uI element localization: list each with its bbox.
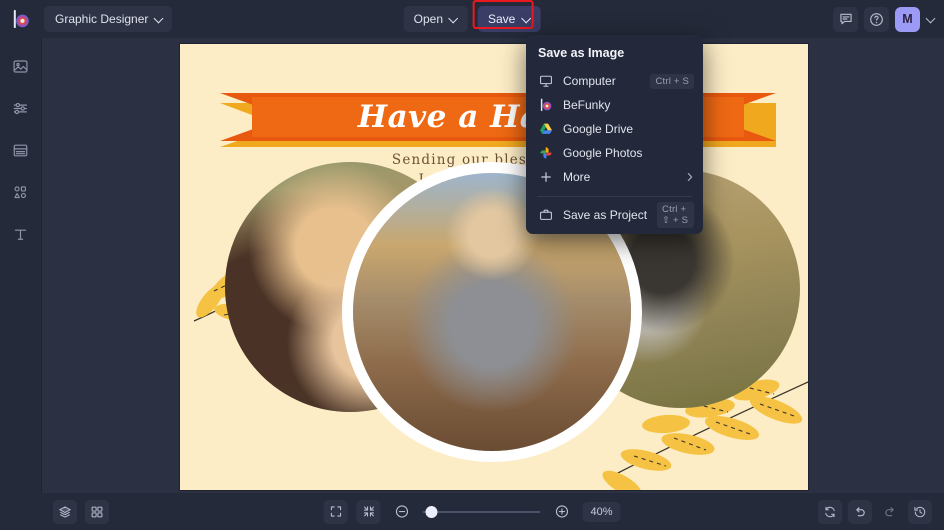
open-button-label: Open <box>413 12 443 26</box>
sidebar-item-text[interactable] <box>5 218 37 250</box>
bottom-toolbar: 40% <box>0 493 944 530</box>
sidebar-item-image[interactable] <box>5 50 37 82</box>
menu-header: Save as Image <box>538 46 625 60</box>
text-icon <box>12 226 29 243</box>
fullscreen-button[interactable] <box>323 499 348 524</box>
briefcase-icon <box>538 208 553 223</box>
artboard[interactable]: Have a Happy T Sending our blessings thi… <box>180 44 808 490</box>
minus-circle-icon <box>394 504 409 519</box>
top-right-actions: M <box>833 0 936 38</box>
monitor-icon <box>538 74 553 89</box>
file-actions: Open Save <box>403 0 541 32</box>
comment-icon <box>839 12 853 26</box>
sync-button[interactable] <box>818 499 842 524</box>
sidebar-item-graphics[interactable] <box>5 176 37 208</box>
zoom-in-button[interactable] <box>549 500 573 524</box>
menu-item-befunky[interactable]: BeFunky <box>526 93 703 117</box>
chevron-down-icon[interactable] <box>927 15 936 24</box>
bottom-right-tools <box>818 499 932 524</box>
sidebar-item-templates[interactable] <box>5 134 37 166</box>
plus-circle-icon <box>554 504 569 519</box>
avatar-initial: M <box>902 12 913 26</box>
zoom-controls: 40% <box>323 499 621 524</box>
redo-button[interactable] <box>878 500 902 524</box>
help-button[interactable] <box>864 6 889 32</box>
save-button-wrapper: Save <box>473 0 541 32</box>
top-toolbar: Graphic Designer Open Save M <box>0 0 944 38</box>
redo-icon <box>883 505 897 519</box>
menu-item-google-photos[interactable]: Google Photos <box>526 141 703 165</box>
shapes-icon <box>12 184 29 201</box>
bottom-left-tools <box>53 499 109 524</box>
feedback-button[interactable] <box>833 6 858 32</box>
avatar[interactable]: M <box>895 6 920 32</box>
menu-item-label: Save as Project <box>563 208 648 222</box>
zoom-out-button[interactable] <box>389 500 413 524</box>
history-button[interactable] <box>908 499 932 524</box>
save-button-label: Save <box>488 12 516 26</box>
chevron-right-icon <box>686 172 694 182</box>
menu-item-shortcut: Ctrl + S <box>650 73 694 89</box>
layout-icon <box>12 142 29 159</box>
chevron-down-icon <box>155 15 163 23</box>
expand-icon <box>329 505 342 518</box>
chevron-down-icon <box>450 15 458 23</box>
menu-item-label: BeFunky <box>563 98 611 112</box>
zoom-slider-track <box>422 510 541 513</box>
menu-item-computer[interactable]: Computer Ctrl + S <box>526 69 703 93</box>
grid-icon <box>90 505 104 519</box>
google-drive-icon <box>538 122 553 137</box>
menu-divider <box>537 196 692 197</box>
menu-item-label: Google Photos <box>563 146 643 160</box>
fit-to-screen-button[interactable] <box>356 499 381 524</box>
menu-item-google-drive[interactable]: Google Drive <box>526 117 703 141</box>
menu-item-label: Computer <box>563 74 616 88</box>
undo-button[interactable] <box>848 499 872 524</box>
grid-button[interactable] <box>85 499 109 524</box>
document-type-label: Graphic Designer <box>55 12 149 26</box>
befunky-logo-icon <box>11 9 32 30</box>
google-photos-icon <box>538 146 553 161</box>
zoom-slider[interactable] <box>422 505 541 519</box>
sidebar-item-edit[interactable] <box>5 92 37 124</box>
collapse-icon <box>362 505 375 518</box>
menu-item-save-as-project[interactable]: Save as Project Ctrl + ⇧ + S <box>526 202 703 228</box>
help-circle-icon <box>869 12 884 27</box>
image-icon <box>12 58 29 75</box>
layers-icon <box>58 505 72 519</box>
befunky-editor-window: Graphic Designer Open Save M Have a Happ… <box>0 0 944 530</box>
sliders-icon <box>12 100 29 117</box>
app-logo[interactable] <box>0 0 42 38</box>
layers-button[interactable] <box>53 499 77 524</box>
open-button[interactable]: Open <box>403 6 468 32</box>
chevron-down-icon <box>522 15 530 23</box>
menu-item-more[interactable]: More <box>526 165 703 189</box>
zoom-slider-knob[interactable] <box>425 505 438 518</box>
left-sidebar <box>0 38 42 530</box>
canvas-workspace[interactable]: Have a Happy T Sending our blessings thi… <box>42 38 944 493</box>
save-button[interactable]: Save <box>478 6 541 32</box>
befunky-icon <box>538 98 553 113</box>
menu-item-label: More <box>563 170 591 184</box>
plus-icon <box>538 170 553 185</box>
undo-icon <box>853 505 867 519</box>
menu-item-label: Google Drive <box>563 122 634 136</box>
menu-item-shortcut: Ctrl + ⇧ + S <box>657 202 694 228</box>
save-dropdown-menu: Save as Image Computer Ctrl + S BeFunky … <box>526 35 703 234</box>
document-type-selector[interactable]: Graphic Designer <box>44 6 173 32</box>
refresh-icon <box>823 505 837 519</box>
zoom-level-label[interactable]: 40% <box>582 501 621 522</box>
history-icon <box>913 505 927 519</box>
